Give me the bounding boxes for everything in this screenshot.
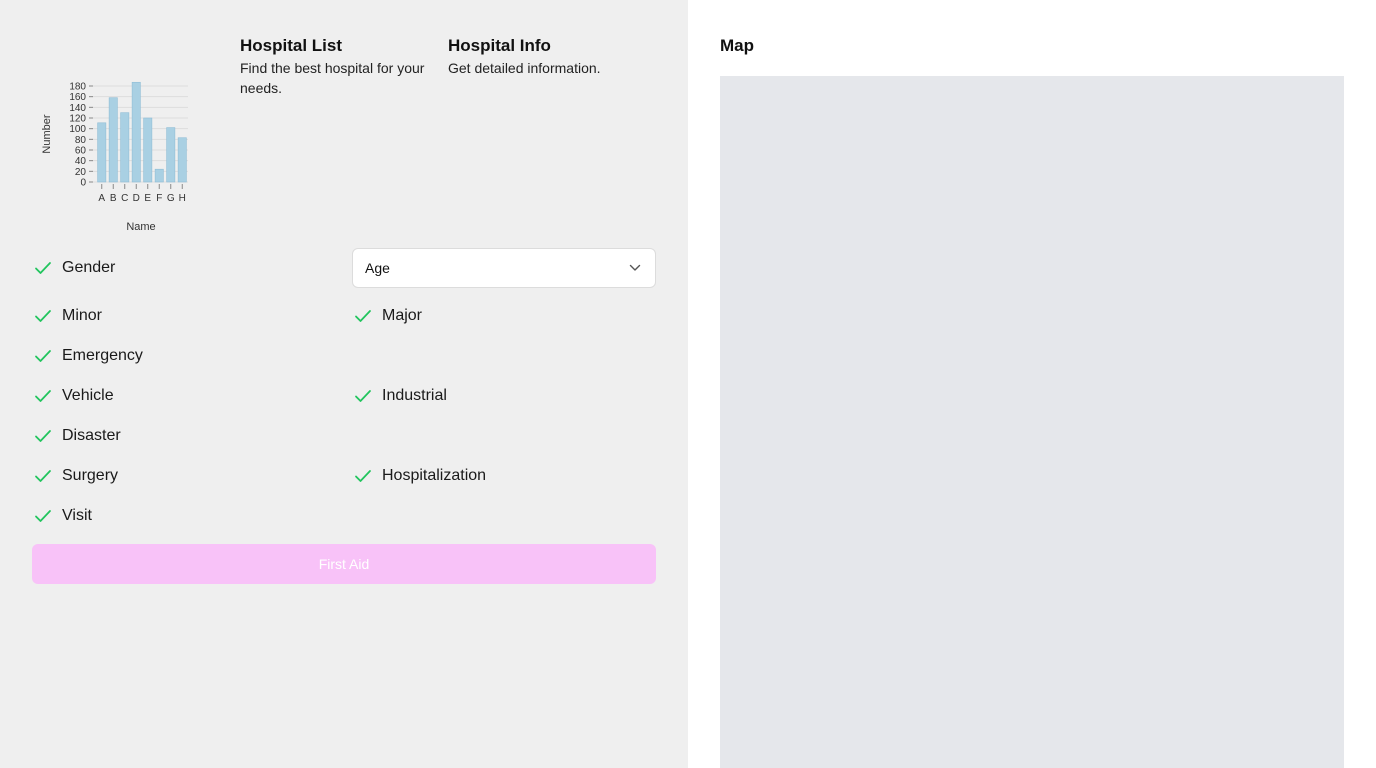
chart-bar bbox=[120, 112, 130, 183]
check-icon bbox=[34, 509, 52, 523]
chart-bar bbox=[154, 168, 164, 183]
map-title: Map bbox=[720, 36, 754, 55]
first-aid-button[interactable]: First Aid bbox=[32, 544, 656, 584]
right-panel: Map bbox=[688, 0, 1376, 768]
chart-ytick-label: 160 bbox=[69, 92, 86, 103]
filter-visit[interactable]: Visit bbox=[34, 504, 92, 528]
chart-ytick-label: 20 bbox=[75, 167, 87, 178]
check-icon bbox=[34, 349, 52, 363]
chart-ytick-label: 0 bbox=[80, 178, 86, 189]
chart-bar bbox=[97, 122, 107, 183]
chart-xtick-label: G bbox=[167, 193, 175, 204]
check-icon bbox=[354, 309, 372, 323]
chevron-down-icon bbox=[629, 264, 641, 272]
filter-vehicle[interactable]: Vehicle bbox=[34, 384, 114, 408]
left-panel: 0 20 40 60 80 100 120 140 160 180 A B C D E F G H Number Na… bbox=[0, 0, 688, 768]
chart-xtick-label: E bbox=[144, 193, 151, 204]
chart-ytick-label: 180 bbox=[69, 82, 86, 93]
check-icon bbox=[34, 389, 52, 403]
check-icon bbox=[354, 389, 372, 403]
hospital-list-card[interactable]: Hospital List Find the best hospital for… bbox=[240, 34, 448, 98]
chart-bar bbox=[177, 137, 187, 183]
filter-minor-label: Minor bbox=[62, 307, 103, 324]
filter-disaster-label: Disaster bbox=[62, 427, 121, 444]
bar-chart-svg: 020406080100120140160180 A B C D E F G H Number Na… bbox=[41, 81, 188, 233]
map-area[interactable] bbox=[720, 76, 1344, 768]
check-icon bbox=[34, 469, 52, 483]
filter-surgery[interactable]: Surgery bbox=[34, 464, 118, 488]
age-select-value: Age bbox=[365, 260, 390, 276]
filter-hospitalization[interactable]: Hospitalization bbox=[354, 464, 486, 488]
chart-bar bbox=[108, 97, 118, 183]
chart-ytick-label: 120 bbox=[69, 114, 86, 125]
filter-gender-label: Gender bbox=[62, 259, 116, 276]
filter-emergency-label: Emergency bbox=[62, 347, 143, 364]
hospital-list-title: Hospital List bbox=[240, 36, 343, 55]
chart-ytick-label: 140 bbox=[69, 103, 86, 114]
chart-ytick-label: 60 bbox=[75, 146, 87, 157]
filter-industrial-label: Industrial bbox=[382, 387, 447, 404]
hospital-list-description: Find the best hospital for your needs. bbox=[240, 60, 425, 96]
filter-industrial[interactable]: Industrial bbox=[354, 384, 447, 408]
filter-emergency[interactable]: Emergency bbox=[34, 344, 143, 368]
chart-xtick-label: B bbox=[110, 193, 117, 204]
chart-xtick-label: D bbox=[133, 193, 140, 204]
filter-major[interactable]: Major bbox=[354, 304, 422, 328]
bar-chart: 0 20 40 60 80 100 120 140 160 180 A B C D E F G H Number Na… bbox=[32, 72, 208, 242]
check-icon bbox=[354, 469, 372, 483]
chart-bar bbox=[131, 81, 141, 183]
chart-xlabel: Name bbox=[126, 221, 155, 233]
check-icon bbox=[34, 261, 52, 275]
hospital-info-description: Get detailed information. bbox=[448, 60, 601, 76]
chart-ytick-label: 100 bbox=[69, 124, 86, 135]
chart-ytick-label: 80 bbox=[75, 135, 87, 146]
filter-gender[interactable]: Gender bbox=[34, 256, 115, 280]
chart-ylabel: Number bbox=[41, 114, 53, 153]
filter-minor[interactable]: Minor bbox=[34, 304, 102, 328]
filter-vehicle-label: Vehicle bbox=[62, 387, 114, 404]
filter-visit-label: Visit bbox=[62, 507, 92, 524]
filter-surgery-label: Surgery bbox=[62, 467, 119, 484]
check-icon bbox=[34, 309, 52, 323]
filter-major-label: Major bbox=[382, 307, 423, 324]
chart-ytick-label: 40 bbox=[75, 156, 87, 167]
check-icon bbox=[34, 429, 52, 443]
chart-xtick-label: H bbox=[179, 193, 186, 204]
chart-bar bbox=[143, 117, 153, 183]
chart-xtick-label: A bbox=[98, 193, 105, 204]
age-select[interactable]: Age bbox=[352, 248, 656, 288]
chart-xtick-label: F bbox=[156, 193, 162, 204]
chart-xtick-label: C bbox=[121, 193, 128, 204]
hospital-info-title: Hospital Info bbox=[448, 36, 551, 55]
filter-disaster[interactable]: Disaster bbox=[34, 424, 121, 448]
filter-hospitalization-label: Hospitalization bbox=[382, 467, 487, 484]
chart-bar bbox=[166, 127, 176, 183]
hospital-info-card[interactable]: Hospital Info Get detailed information. bbox=[448, 34, 656, 78]
